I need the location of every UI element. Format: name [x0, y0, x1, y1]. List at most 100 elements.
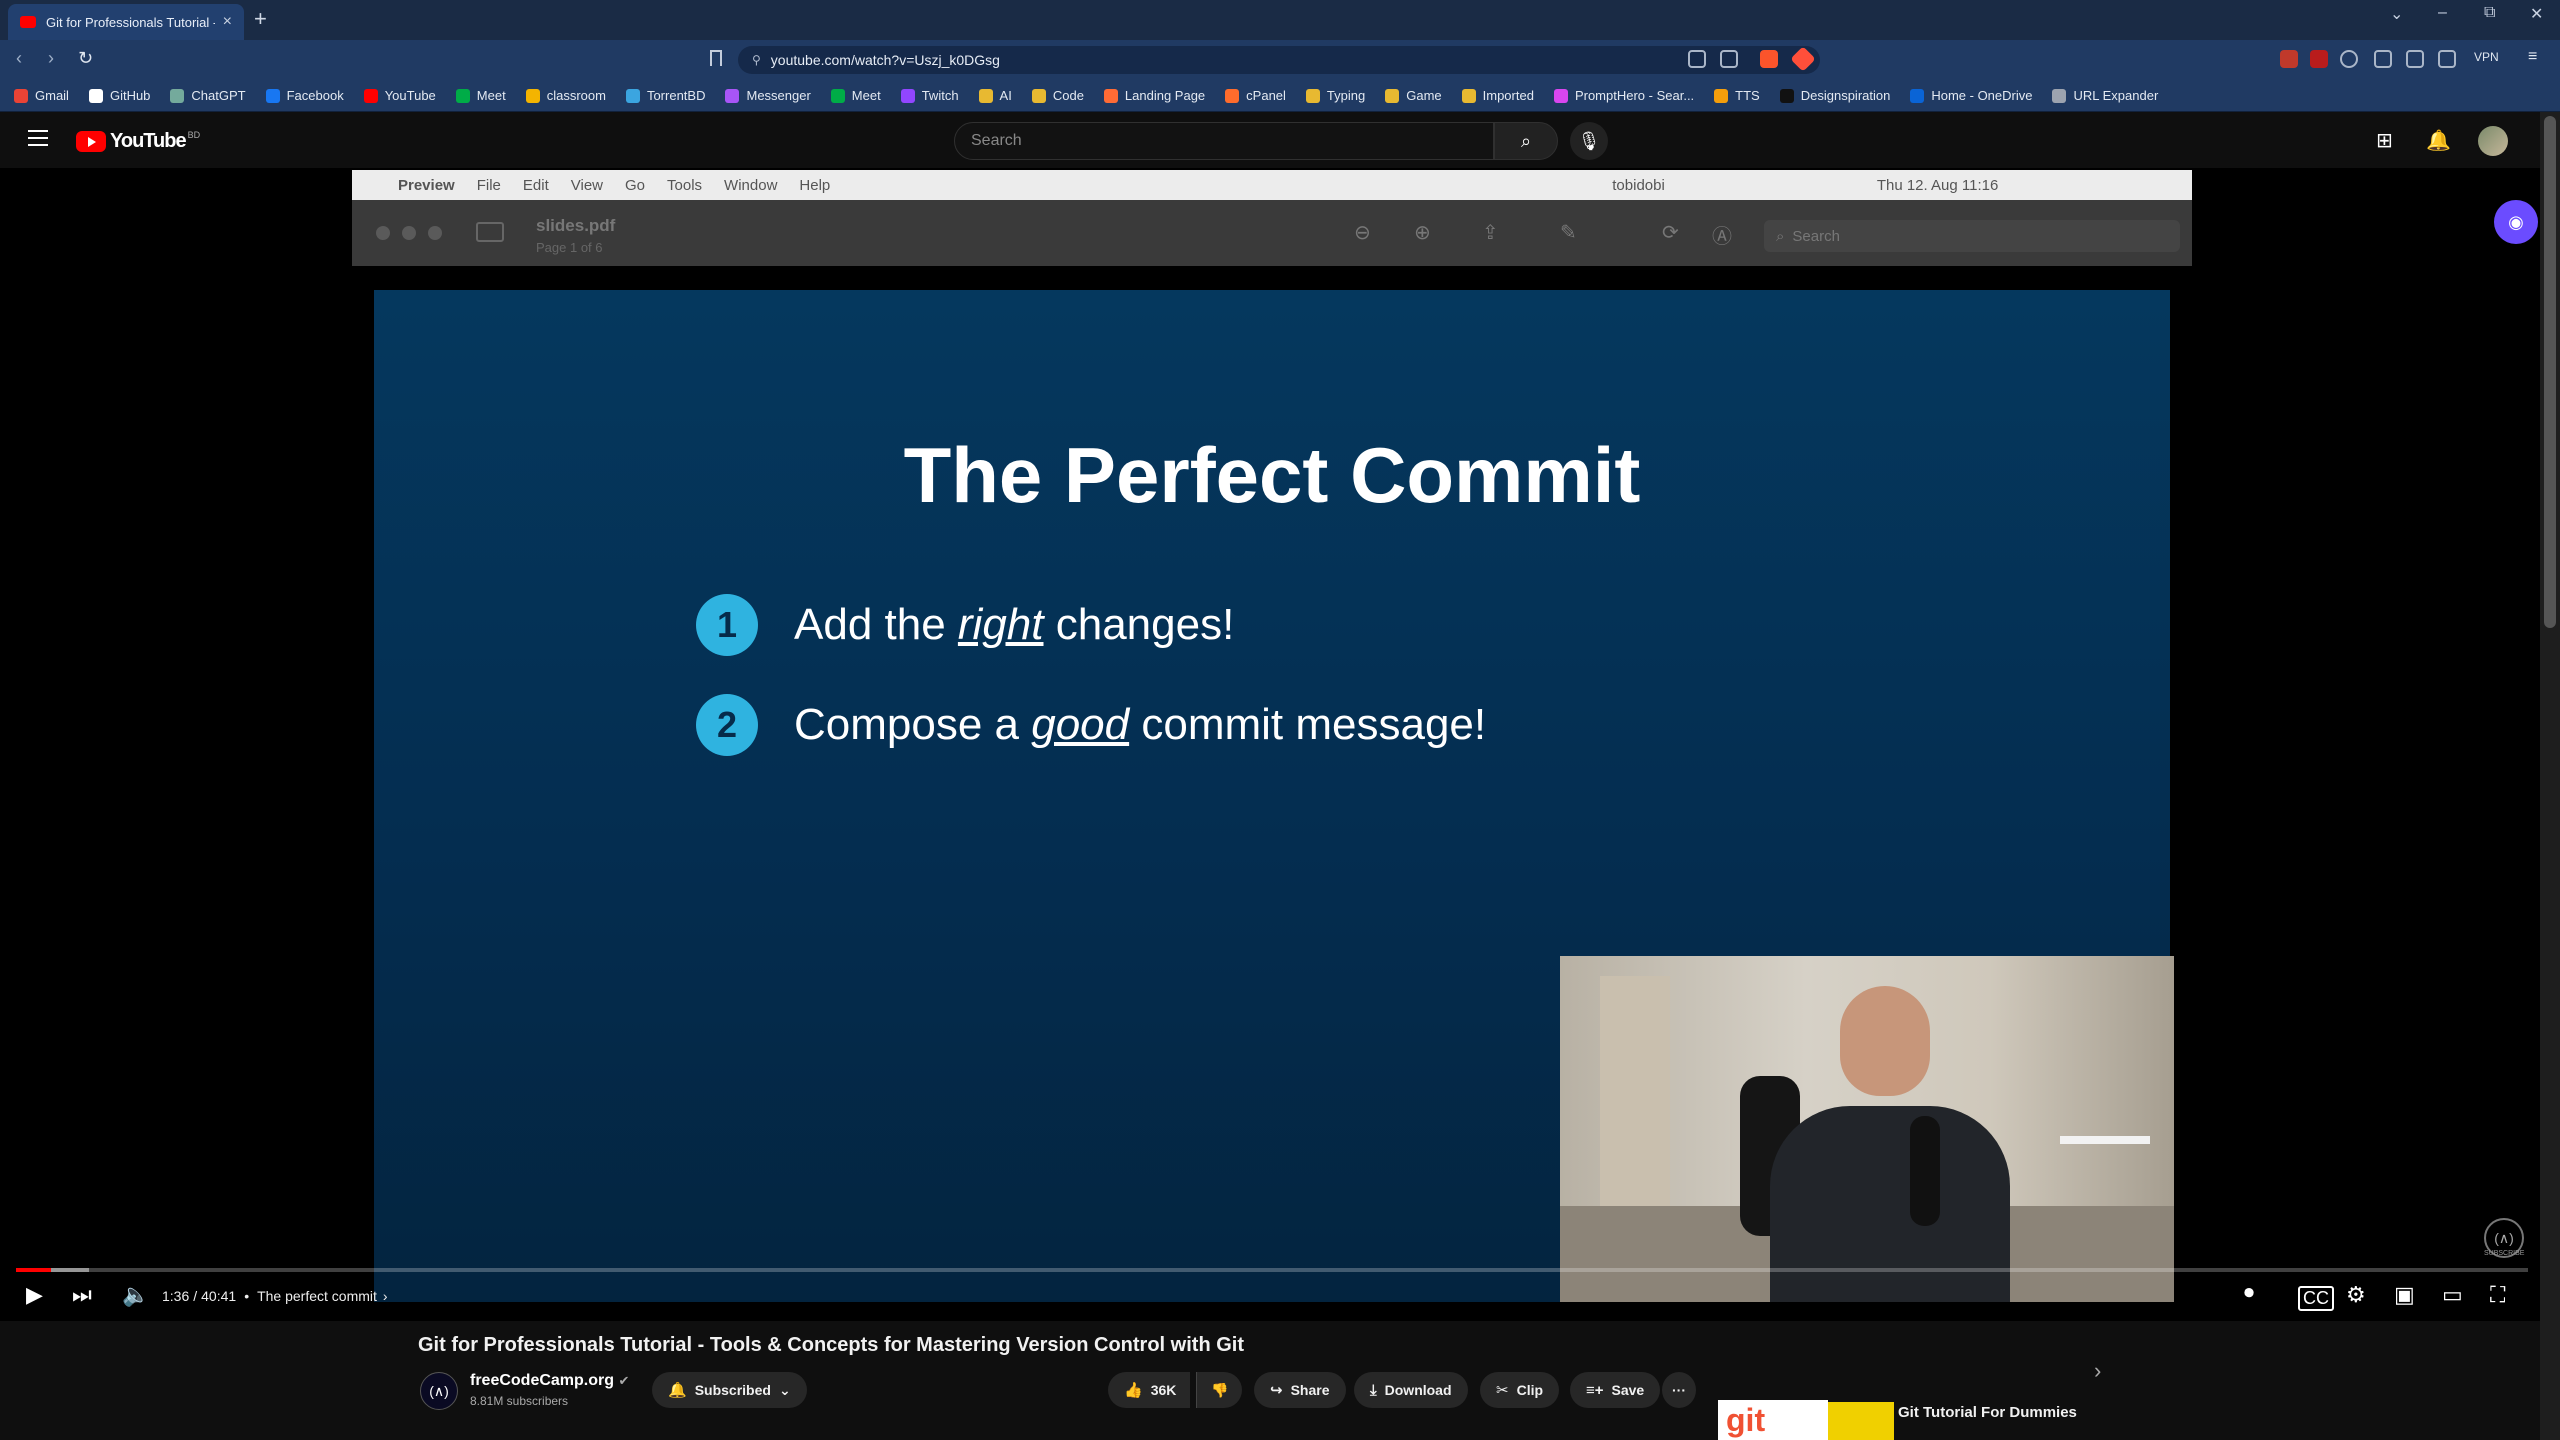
notifications-icon[interactable]: 🔔 [2426, 128, 2451, 153]
bookmark-item[interactable]: Imported [1461, 88, 1534, 103]
progress-bar[interactable] [16, 1268, 2528, 1272]
bookmark-item[interactable]: Typing [1305, 88, 1365, 103]
subtitles-icon[interactable]: CC [2298, 1286, 2334, 1311]
forward-icon[interactable]: › [48, 48, 54, 69]
autoplay-toggle[interactable]: ⏺ [2244, 1282, 2254, 1305]
close-window-button[interactable]: ✕ [2530, 4, 2543, 24]
youtube-logo[interactable]: YouTube BD [76, 130, 200, 153]
bookmark-icon [455, 88, 470, 103]
verified-icon: ✔ [618, 1373, 630, 1388]
extension-puzzle-icon[interactable] [2340, 50, 2358, 68]
bookmark-item[interactable]: Twitch [900, 88, 959, 103]
play-button[interactable]: ▶ [26, 1282, 43, 1308]
bookmark-item[interactable]: GitHub [88, 88, 150, 103]
video-title: Git for Professionals Tutorial - Tools &… [418, 1334, 1244, 1356]
tab-search-icon[interactable]: ⌄ [2390, 4, 2403, 24]
address-bar[interactable]: ⚲ youtube.com/watch?v=Uszj_k0DGsg [738, 46, 1820, 74]
extension-floating-button[interactable]: ◉ [2494, 200, 2538, 244]
bullet-text: Compose a good commit message! [794, 700, 1487, 749]
mac-menu-bar: Preview File Edit View Go Tools Window H… [352, 170, 2192, 200]
like-button[interactable]: 👍 36K [1108, 1372, 1191, 1408]
share-page-icon[interactable] [1720, 50, 1738, 68]
bookmark-item[interactable]: Meet [455, 88, 506, 103]
bookmark-item[interactable]: Code [1031, 88, 1084, 103]
sidebar-toggle-icon[interactable] [2406, 50, 2424, 68]
save-button[interactable]: ≡+ Save [1570, 1372, 1661, 1408]
reload-icon[interactable]: ↻ [78, 48, 93, 69]
bookmark-item[interactable]: Home - OneDrive [1910, 88, 2032, 103]
bookmark-item[interactable]: Messenger [725, 88, 811, 103]
create-icon[interactable]: ⊞ [2376, 128, 2393, 153]
bookmark-label: Messenger [746, 88, 811, 103]
bookmark-item[interactable]: AI [978, 88, 1012, 103]
download-button[interactable]: ⤓ Download [1354, 1372, 1468, 1408]
recommended-video-title[interactable]: Git Tutorial For Dummies [1898, 1404, 2077, 1421]
volume-icon[interactable]: 🔈 [122, 1282, 149, 1308]
bookmark-item[interactable]: TTS [1714, 88, 1760, 103]
maximize-button[interactable]: ⧉ [2484, 4, 2495, 22]
bookmark-item[interactable]: ChatGPT [170, 88, 246, 103]
bookmark-item[interactable]: TorrentBD [625, 88, 705, 103]
clip-button[interactable]: ✂ Clip [1480, 1372, 1560, 1408]
back-icon[interactable]: ‹ [16, 48, 22, 69]
minimize-button[interactable]: – [2438, 4, 2447, 22]
subscribed-button[interactable]: 🔔 Subscribed ⌄ [652, 1372, 807, 1408]
fullscreen-icon[interactable]: ⛶ [2490, 1282, 2505, 1308]
search-button[interactable]: ⌕ [1494, 122, 1558, 160]
avatar[interactable] [2478, 126, 2508, 156]
bookmark-item[interactable]: PromptHero - Sear... [1553, 88, 1694, 103]
extension-red-icon[interactable] [2280, 50, 2298, 68]
bookmark-item[interactable]: Gmail [14, 88, 69, 103]
bookmark-icon [1714, 88, 1729, 103]
bookmark-item[interactable]: YouTube [363, 88, 436, 103]
channel-avatar[interactable]: (∧) [420, 1372, 458, 1410]
bullet-number: 1 [696, 594, 758, 656]
bookmark-icon [725, 88, 740, 103]
channel-name[interactable]: freeCodeCamp.org ✔ [470, 1372, 629, 1390]
vpn-button[interactable]: VPN [2474, 50, 2499, 64]
bookmark-icon [1031, 88, 1046, 103]
next-button[interactable]: ⏭ [72, 1282, 92, 1308]
browser-menu-icon[interactable]: ≡ [2528, 48, 2537, 66]
new-tab-button[interactable]: + [254, 6, 267, 32]
git-logo-text: git [1726, 1401, 1766, 1438]
bookmark-icon [978, 88, 993, 103]
menu-icon[interactable] [28, 130, 48, 146]
dislike-button[interactable]: 👎 [1196, 1372, 1243, 1408]
cast-icon[interactable] [1688, 50, 1706, 68]
bookmark-item[interactable]: Meet [830, 88, 881, 103]
bookmark-page-icon[interactable] [710, 50, 722, 66]
total-time: 40:41 [201, 1288, 237, 1304]
wallet-icon[interactable] [2438, 50, 2456, 68]
bookmark-icon [2052, 88, 2067, 103]
miniplayer-icon[interactable]: ▣ [2394, 1282, 2415, 1308]
bookmark-label: Home - OneDrive [1931, 88, 2033, 103]
chapter-title[interactable]: The perfect commit [257, 1288, 377, 1304]
voice-search-button[interactable]: 🎙 [1570, 122, 1608, 160]
bookmark-item[interactable]: Landing Page [1103, 88, 1205, 103]
mac-menu-item: View [570, 176, 603, 194]
bookmark-item[interactable]: URL Expander [2052, 88, 2158, 103]
settings-gear-icon[interactable]: ⚙ [2346, 1282, 2366, 1308]
chevron-right-icon[interactable]: › [2094, 1358, 2101, 1384]
bookmark-item[interactable]: classroom [525, 88, 606, 103]
extension-tv-icon[interactable] [2310, 50, 2328, 68]
slide-title: The Perfect Commit [903, 431, 1641, 519]
mac-username: tobidobi [1612, 176, 1665, 194]
browser-tab-active[interactable]: Git for Professionals Tutorial - To × [8, 4, 244, 40]
brave-shield-icon[interactable] [1760, 50, 1778, 68]
bookmark-label: classroom [546, 88, 606, 103]
media-control-icon[interactable] [2374, 50, 2392, 68]
search-input[interactable]: Search [954, 122, 1494, 160]
bookmark-item[interactable]: Game [1385, 88, 1442, 103]
bookmark-item[interactable]: Designspiration [1779, 88, 1890, 103]
site-info-icon[interactable]: ⚲ [752, 53, 761, 67]
bookmark-item[interactable]: cPanel [1225, 88, 1286, 103]
magnifier-icon: ⌕ [1776, 227, 1785, 245]
tab-close-icon[interactable]: × [223, 13, 232, 31]
share-button[interactable]: ↪ Share [1254, 1372, 1346, 1408]
more-actions-button[interactable]: ··· [1662, 1372, 1696, 1408]
theater-mode-icon[interactable]: ▭ [2442, 1282, 2463, 1308]
bookmark-item[interactable]: Facebook [265, 88, 344, 103]
scrollbar-thumb[interactable] [2544, 116, 2556, 628]
